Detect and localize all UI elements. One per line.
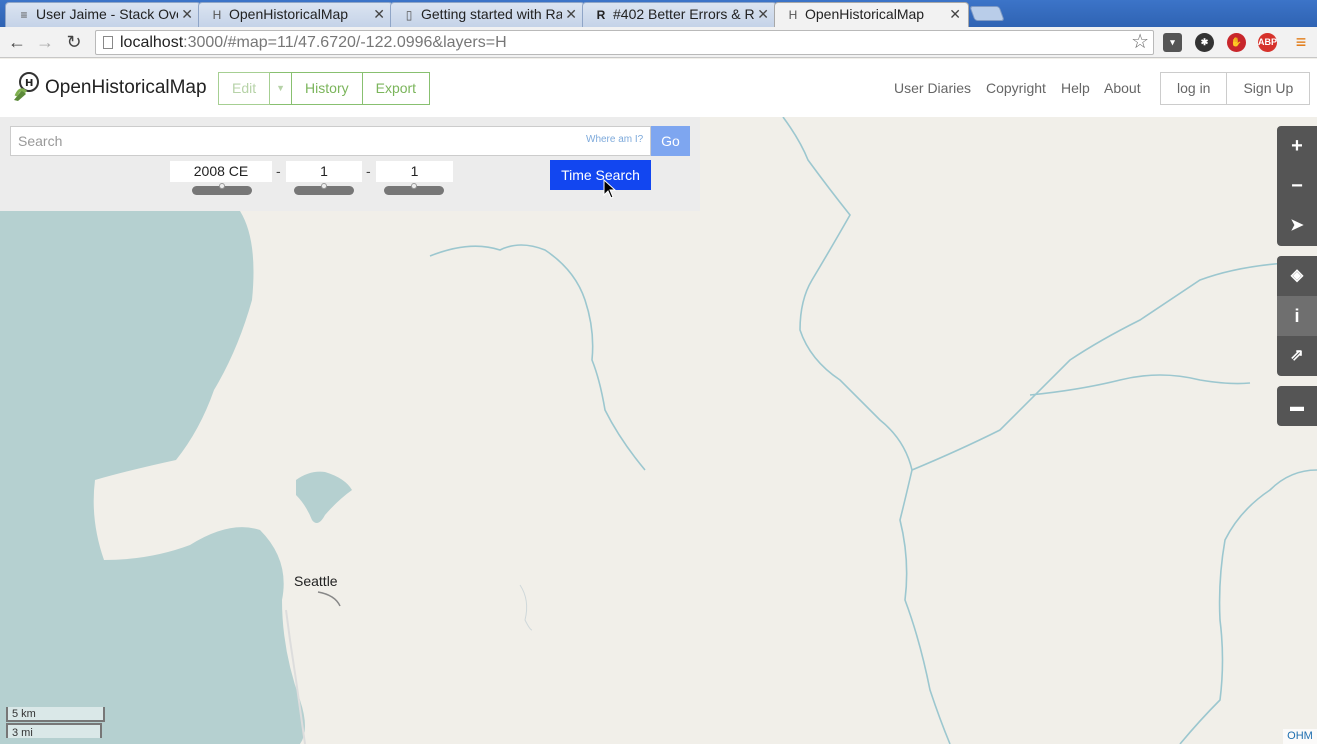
tab-title: OpenHistoricalMap [805, 6, 925, 22]
search-input[interactable]: Search [10, 126, 651, 156]
close-icon[interactable]: ✕ [757, 6, 769, 23]
svg-text:H: H [25, 78, 33, 89]
back-arrow-icon[interactable]: ← [6, 31, 28, 53]
info-icon[interactable]: i [1277, 296, 1317, 336]
ohm-icon: H [788, 8, 798, 22]
note-icon[interactable]: ▬ [1277, 386, 1317, 426]
ohm-icon: H [212, 8, 222, 22]
browser-tab[interactable]: ≡ User Jaime - Stack Overflow ✕ [5, 2, 201, 27]
browser-tabstrip: ≡ User Jaime - Stack Overflow ✕ H OpenHi… [0, 0, 1317, 28]
adblock-plus-icon[interactable]: ABP [1258, 33, 1277, 52]
edit-history-export-group: Edit ▼ History Export [218, 72, 431, 105]
where-am-i-link[interactable]: Where am I? [586, 134, 643, 145]
edit-dropdown-caret-icon[interactable]: ▼ [270, 72, 293, 105]
tab-title: Getting started with Rails [421, 6, 562, 22]
reload-icon[interactable]: ↻ [63, 31, 85, 53]
user-diaries-link[interactable]: User Diaries [894, 80, 971, 96]
gear-icon[interactable]: ✱ [1195, 33, 1214, 52]
map-tiles [0, 117, 1317, 744]
scale-bar-km: 5 km [6, 707, 105, 722]
bookmark-star-icon[interactable]: ☆ [1131, 31, 1149, 54]
slider-knob[interactable] [411, 183, 417, 189]
help-link[interactable]: Help [1061, 80, 1090, 96]
layers-icon[interactable]: ◈ [1277, 256, 1317, 296]
export-button[interactable]: Export [362, 72, 431, 105]
browser-tab[interactable]: R #402 Better Errors & RailsPanel ✕ [582, 2, 777, 27]
address-host: localhost [120, 34, 184, 51]
browser-toolbar: ← → ↻ localhost:3000/#map=11/47.6720/-12… [0, 27, 1317, 58]
browser-tab-active[interactable]: H OpenHistoricalMap ✕ [774, 2, 969, 28]
pocket-icon[interactable]: ▾ [1163, 33, 1182, 52]
month-slider[interactable] [294, 183, 354, 195]
account-group: log in Sign Up [1160, 72, 1311, 105]
edit-button[interactable]: Edit [218, 72, 271, 105]
date-separator: - [276, 163, 281, 179]
day-field[interactable]: 1 [376, 161, 453, 182]
address-bar[interactable]: localhost:3000/#map=11/47.6720/-122.0996… [95, 30, 1154, 55]
login-button[interactable]: log in [1160, 72, 1228, 105]
forward-arrow-icon[interactable]: → [34, 31, 56, 53]
site-title[interactable]: OpenHistoricalMap [45, 77, 207, 99]
city-label-seattle: Seattle [294, 573, 338, 589]
browser-tab[interactable]: ▯ Getting started with Rails ✕ [390, 2, 585, 27]
about-link[interactable]: About [1104, 80, 1141, 96]
stack-overflow-icon: ≡ [20, 8, 28, 22]
slider-knob[interactable] [321, 183, 327, 189]
browser-tab[interactable]: H OpenHistoricalMap ✕ [198, 2, 393, 27]
address-path: :3000/#map=11/47.6720/-122.0996&layers=H [183, 34, 507, 51]
new-tab-button[interactable] [969, 6, 1005, 21]
site-header: H OpenHistoricalMap Edit ▼ History Expor… [0, 59, 1317, 117]
railscasts-icon: R [596, 8, 606, 22]
time-search-button[interactable]: Time Search [550, 160, 651, 190]
copyright-link[interactable]: Copyright [986, 80, 1046, 96]
document-icon: ▯ [405, 8, 413, 22]
signup-button[interactable]: Sign Up [1227, 72, 1311, 105]
close-icon[interactable]: ✕ [373, 6, 385, 23]
tab-title: OpenHistoricalMap [229, 6, 349, 22]
slider-knob[interactable] [219, 183, 225, 189]
ohm-logo-icon[interactable]: H [12, 72, 39, 102]
zoom-in-icon[interactable]: + [1277, 126, 1317, 166]
day-slider[interactable] [384, 183, 444, 195]
close-icon[interactable]: ✕ [565, 6, 577, 23]
menu-icon[interactable]: ≡ [1290, 31, 1312, 53]
block-icon[interactable]: ✋ [1227, 33, 1246, 52]
share-icon[interactable]: ⇗ [1277, 336, 1317, 376]
close-icon[interactable]: ✕ [181, 6, 193, 23]
tab-title: #402 Better Errors & RailsPanel [613, 6, 754, 22]
go-button[interactable]: Go [651, 126, 690, 156]
month-field[interactable]: 1 [286, 161, 362, 182]
zoom-out-icon[interactable]: − [1277, 166, 1317, 206]
date-separator: - [366, 163, 371, 179]
history-button[interactable]: History [292, 72, 363, 105]
attribution-link[interactable]: OHM [1283, 729, 1317, 744]
locate-icon[interactable]: ➤ [1277, 206, 1317, 246]
mouse-cursor-icon [603, 179, 617, 199]
tab-title: User Jaime - Stack Overflow [36, 6, 178, 22]
close-icon[interactable]: ✕ [949, 6, 961, 23]
year-field[interactable]: 2008 CE [170, 161, 272, 182]
search-panel: Search Where am I? Go 2008 CE - 1 - 1 Ti… [0, 117, 700, 211]
year-slider[interactable] [192, 183, 252, 195]
page-icon [103, 36, 113, 49]
map-canvas[interactable]: Seattle [0, 117, 1317, 744]
scale-bar-mi: 3 mi [6, 723, 102, 739]
